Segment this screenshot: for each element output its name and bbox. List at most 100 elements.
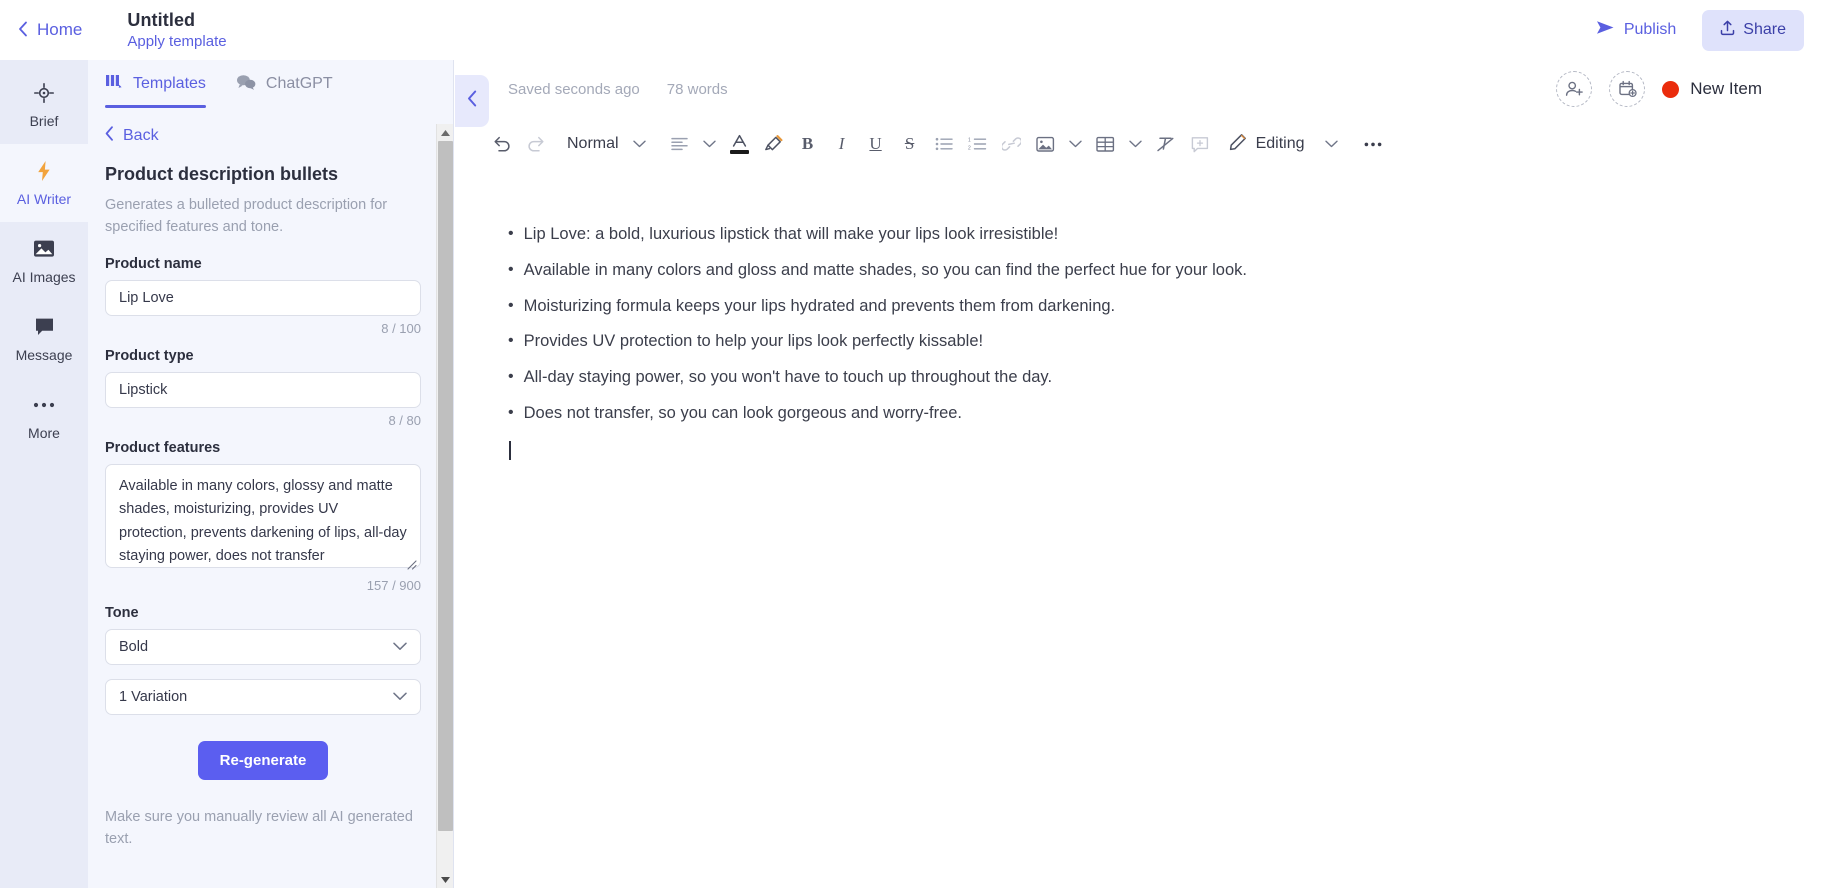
list-item-text: Does not transfer, so you can look gorge… [523,403,963,422]
scroll-down-arrow-icon[interactable] [437,871,453,888]
list-item-text: Moisturizing formula keeps your lips hyd… [523,296,1116,315]
status-badge-label: New Item [1690,79,1762,98]
tab-label: Templates [133,75,206,92]
text-caret [509,440,511,460]
editing-mode-button[interactable]: Editing [1217,133,1305,156]
list-item[interactable]: • Does not transfer, so you can look gor… [508,403,1824,422]
regenerate-button[interactable]: Re-generate [197,740,329,780]
bulleted-list-button[interactable] [927,127,961,161]
ellipsis-icon [33,394,55,416]
link-button[interactable] [995,127,1029,161]
regenerate-row: Re-generate [105,740,421,780]
variations-select[interactable]: 1 Variation [105,678,421,715]
insert-table-dropdown[interactable] [1123,127,1149,161]
bullet-icon: • [508,225,514,242]
pencil-icon [1229,133,1247,156]
tone-select[interactable]: Bold [105,628,421,665]
text-color-swatch [730,150,750,154]
more-options-button[interactable] [1356,127,1390,161]
product-features-counter: 157 / 900 [366,577,421,593]
product-name-counter: 8 / 100 [381,320,421,336]
numbered-list-button[interactable]: 12 [961,127,995,161]
strikethrough-button[interactable]: S [893,127,927,161]
apply-template-link[interactable]: Apply template [127,33,226,50]
list-item[interactable]: • Available in many colors and gloss and… [508,260,1824,279]
align-button[interactable] [663,127,697,161]
rail-item-ai-writer[interactable]: AI Writer [0,144,88,222]
panel-tab-bar: Templates ChatGPT [88,60,453,108]
text-color-button[interactable] [723,127,757,161]
italic-button[interactable]: I [825,127,859,161]
tab-label: ChatGPT [265,75,333,92]
collapse-panel-button[interactable] [455,75,489,127]
rail-item-brief[interactable]: Brief [0,66,88,144]
paragraph-style-label[interactable]: Normal [553,135,627,153]
target-icon [34,82,54,104]
scroll-up-arrow-icon[interactable] [437,124,453,141]
add-comment-button[interactable] [1183,127,1217,161]
clear-formatting-button[interactable] [1149,127,1183,161]
svg-text:2: 2 [968,146,971,151]
back-button[interactable]: Back [105,126,421,146]
header-actions: Publish Share [1588,9,1824,51]
insert-table-button[interactable] [1089,127,1123,161]
bold-button[interactable]: B [791,127,825,161]
bullet-icon: • [508,332,514,350]
bullet-icon: • [508,260,514,278]
list-item[interactable]: • Lip Love: a bold, luxurious lipstick t… [508,225,1824,243]
home-back-link[interactable]: Home [18,20,82,40]
editing-mode-label: Editing [1255,135,1305,152]
home-label: Home [37,20,83,39]
publish-button[interactable]: Publish [1588,14,1684,46]
product-type-input[interactable] [105,371,421,408]
product-name-input[interactable] [105,279,421,316]
tab-templates[interactable]: Templates [105,60,206,108]
underline-button[interactable]: U [859,127,893,161]
insert-image-button[interactable] [1029,127,1063,161]
rail-item-more[interactable]: More [0,378,88,456]
list-item-text: Provides UV protection to help your lips… [523,332,984,351]
panel-scroll-thumb[interactable] [438,141,453,831]
align-dropdown[interactable] [697,127,723,161]
ai-disclaimer: Make sure you manually review all AI gen… [105,808,413,848]
list-item[interactable]: • Provides UV protection to help your li… [508,333,1824,350]
status-dot-icon [1662,80,1680,98]
rail-item-label: AI Images [12,268,76,285]
add-task-button[interactable] [1609,71,1646,107]
page-title: Untitled [127,10,196,30]
undo-button[interactable] [485,127,519,161]
editing-mode-dropdown[interactable] [1318,127,1344,161]
rail-item-message[interactable]: Message [0,300,88,378]
template-description: Generates a bulleted product description… [105,197,388,236]
rail-item-label: Message [15,346,73,363]
lightning-bolt-icon [36,160,52,182]
variations-selected-value: 1 Variation [119,688,188,705]
list-item[interactable]: • All-day staying power, so you won't ha… [508,368,1824,386]
bullet-icon: • [508,403,514,421]
resize-grip-icon[interactable] [405,557,417,570]
back-label: Back [123,127,159,144]
product-type-counter: 8 / 80 [388,412,421,428]
paragraph-style-dropdown[interactable] [627,127,653,161]
save-status: Saved seconds ago [508,80,640,98]
redo-button[interactable] [519,127,553,161]
share-button[interactable]: Share [1702,9,1804,51]
add-collaborator-button[interactable] [1556,71,1593,107]
highlight-button[interactable] [757,127,791,161]
rail-item-ai-images[interactable]: AI Images [0,222,88,300]
upload-icon [1720,20,1735,41]
chevron-down-icon [393,639,407,655]
list-item[interactable]: • Moisturizing formula keeps your lips h… [508,296,1824,315]
insert-image-dropdown[interactable] [1063,127,1089,161]
chevron-left-icon [467,90,478,112]
list-item-text: Available in many colors and gloss and m… [523,260,1247,279]
editor-status-actions: New Item [1556,71,1824,107]
product-features-textarea[interactable] [105,463,421,568]
template-title: Product description bullets [105,164,339,184]
status-badge[interactable]: New Item [1662,79,1762,99]
tab-chatgpt[interactable]: ChatGPT [236,60,333,108]
panel-scrollbar[interactable] [436,124,453,888]
app-header: Home Untitled Apply template Publish Sha… [0,0,1824,60]
template-panel: Templates ChatGPT Back Product descripti… [88,60,454,888]
document-canvas[interactable]: • Lip Love: a bold, luxurious lipstick t… [455,170,1824,460]
